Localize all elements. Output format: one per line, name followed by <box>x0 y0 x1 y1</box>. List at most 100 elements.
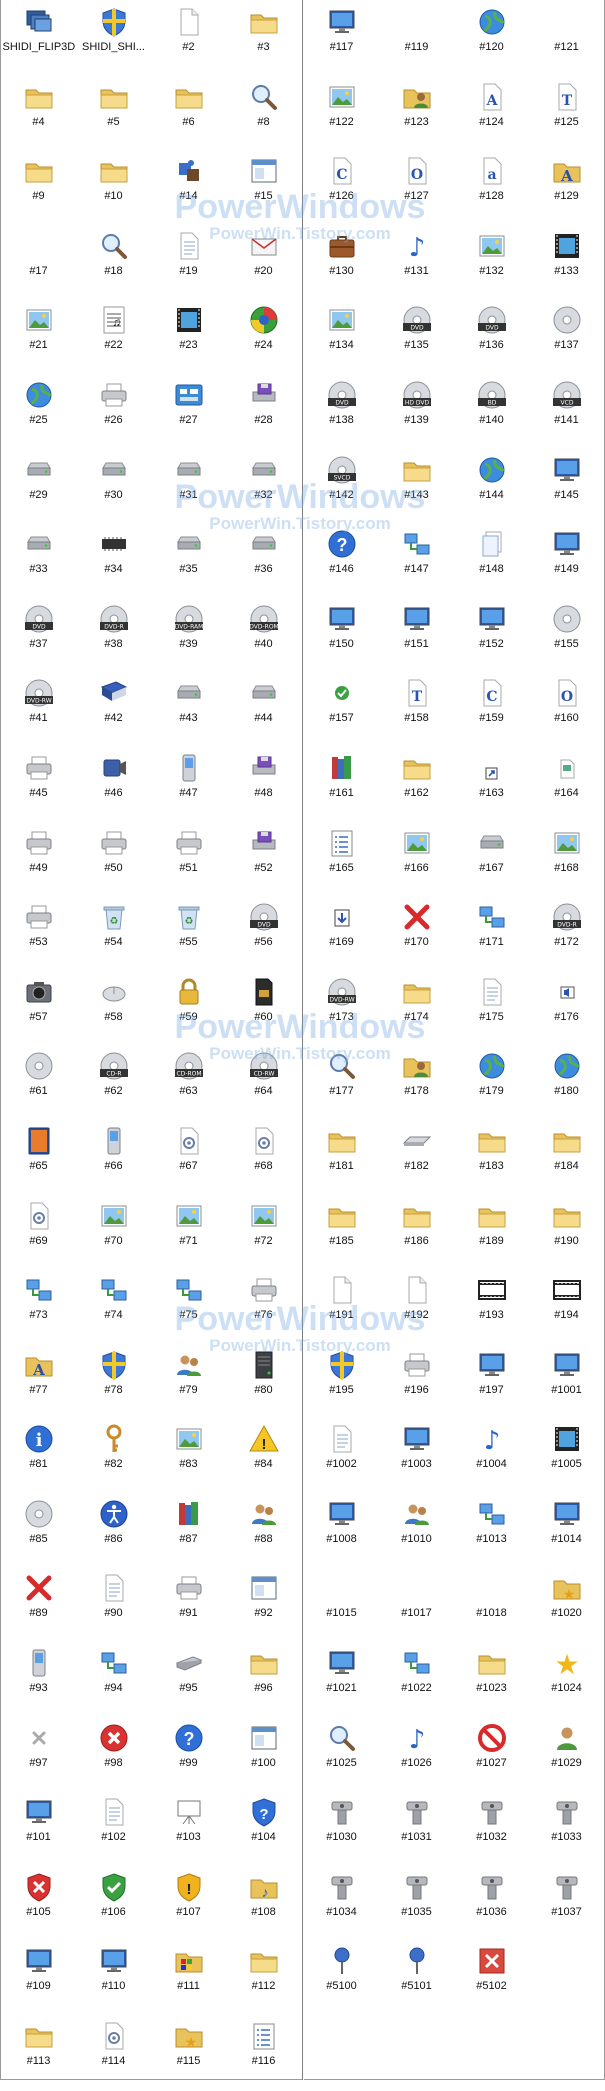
icon-item[interactable]: C #126 <box>304 151 379 226</box>
icon-item[interactable]: #47 <box>151 748 226 823</box>
icon-item[interactable]: #50 <box>76 823 151 898</box>
icon-item[interactable]: #86 <box>76 1494 151 1569</box>
icon-item[interactable]: ? #99 <box>151 1718 226 1793</box>
icon-item[interactable]: #34 <box>76 524 151 599</box>
icon-item[interactable]: #121 <box>529 2 604 77</box>
icon-item[interactable]: #110 <box>76 1941 151 2016</box>
icon-item[interactable]: #197 <box>454 1345 529 1420</box>
icon-item[interactable]: #19 <box>151 226 226 301</box>
icon-item[interactable]: #174 <box>379 972 454 1047</box>
icon-item[interactable]: #65 <box>1 1121 76 1196</box>
icon-item[interactable]: CD-R #62 <box>76 1046 151 1121</box>
icon-item[interactable]: #1034 <box>304 1867 379 1942</box>
icon-item[interactable]: ★ #115 <box>151 2016 226 2091</box>
icon-item[interactable]: DVD #37 <box>1 599 76 674</box>
icon-item[interactable]: #170 <box>379 897 454 972</box>
icon-item[interactable]: #71 <box>151 1196 226 1271</box>
icon-item[interactable]: #51 <box>151 823 226 898</box>
icon-item[interactable]: #35 <box>151 524 226 599</box>
icon-item[interactable]: #46 <box>76 748 151 823</box>
icon-item[interactable]: #166 <box>379 823 454 898</box>
icon-item[interactable]: T #125 <box>529 77 604 152</box>
icon-item[interactable]: #15 <box>226 151 301 226</box>
icon-item[interactable]: #1013 <box>454 1494 529 1569</box>
icon-item[interactable]: #143 <box>379 450 454 525</box>
icon-item[interactable]: #195 <box>304 1345 379 1420</box>
icon-item[interactable]: #130 <box>304 226 379 301</box>
icon-item[interactable]: #98 <box>76 1718 151 1793</box>
icon-item[interactable]: SHIDI_SHI... <box>76 2 151 77</box>
icon-item[interactable]: ♪ #1026 <box>379 1718 454 1793</box>
icon-item[interactable]: A #77 <box>1 1345 76 1420</box>
icon-item[interactable]: #66 <box>76 1121 151 1196</box>
icon-item[interactable]: #147 <box>379 524 454 599</box>
icon-item[interactable]: #27 <box>151 375 226 450</box>
icon-item[interactable]: #93 <box>1 1643 76 1718</box>
icon-item[interactable]: #96 <box>226 1643 301 1718</box>
icon-item[interactable]: #97 <box>1 1718 76 1793</box>
icon-item[interactable]: #88 <box>226 1494 301 1569</box>
icon-item[interactable]: ? #146 <box>304 524 379 599</box>
icon-item[interactable]: #82 <box>76 1419 151 1494</box>
icon-item[interactable]: DVD-ROM #40 <box>226 599 301 674</box>
icon-item[interactable]: #1003 <box>379 1419 454 1494</box>
icon-item[interactable]: #120 <box>454 2 529 77</box>
icon-item[interactable]: #1015 <box>304 1568 379 1643</box>
icon-item[interactable]: DVD #56 <box>226 897 301 972</box>
icon-item[interactable]: #43 <box>151 673 226 748</box>
icon-item[interactable]: #95 <box>151 1643 226 1718</box>
icon-item[interactable]: #157 <box>304 673 379 748</box>
icon-item[interactable]: #79 <box>151 1345 226 1420</box>
icon-item[interactable]: DVD-RAM #39 <box>151 599 226 674</box>
icon-item[interactable]: #85 <box>1 1494 76 1569</box>
icon-item[interactable]: #113 <box>1 2016 76 2091</box>
icon-item[interactable]: ♪ #108 <box>226 1867 301 1942</box>
icon-item[interactable]: #30 <box>76 450 151 525</box>
icon-item[interactable]: #33 <box>1 524 76 599</box>
icon-item[interactable]: #67 <box>151 1121 226 1196</box>
icon-item[interactable]: #60 <box>226 972 301 1047</box>
icon-item[interactable]: #20 <box>226 226 301 301</box>
icon-item[interactable]: #1001 <box>529 1345 604 1420</box>
icon-item[interactable]: #180 <box>529 1046 604 1121</box>
icon-item[interactable]: #186 <box>379 1196 454 1271</box>
icon-item[interactable]: #117 <box>304 2 379 77</box>
icon-item[interactable]: #184 <box>529 1121 604 1196</box>
icon-item[interactable]: #10 <box>76 151 151 226</box>
icon-item[interactable]: #151 <box>379 599 454 674</box>
icon-item[interactable]: #164 <box>529 748 604 823</box>
icon-item[interactable]: #162 <box>379 748 454 823</box>
icon-item[interactable]: #9 <box>1 151 76 226</box>
icon-item[interactable]: #1037 <box>529 1867 604 1942</box>
icon-item[interactable]: #1018 <box>454 1568 529 1643</box>
icon-item[interactable]: #179 <box>454 1046 529 1121</box>
icon-item[interactable]: A #124 <box>454 77 529 152</box>
icon-item[interactable]: #73 <box>1 1270 76 1345</box>
icon-item[interactable]: #165 <box>304 823 379 898</box>
icon-item[interactable]: #48 <box>226 748 301 823</box>
icon-item[interactable]: #5101 <box>379 1941 454 2016</box>
icon-item[interactable]: #178 <box>379 1046 454 1121</box>
icon-item[interactable]: #29 <box>1 450 76 525</box>
icon-item[interactable]: DVD #135 <box>379 300 454 375</box>
icon-item[interactable]: #14 <box>151 151 226 226</box>
icon-item[interactable]: #76 <box>226 1270 301 1345</box>
icon-item[interactable]: #148 <box>454 524 529 599</box>
icon-item[interactable]: #1030 <box>304 1792 379 1867</box>
icon-item[interactable]: #69 <box>1 1196 76 1271</box>
icon-item[interactable]: #112 <box>226 1941 301 2016</box>
icon-item[interactable]: DVD #136 <box>454 300 529 375</box>
icon-item[interactable]: #152 <box>454 599 529 674</box>
icon-item[interactable]: #2 <box>151 2 226 77</box>
icon-item[interactable]: #58 <box>76 972 151 1047</box>
icon-item[interactable]: a #128 <box>454 151 529 226</box>
icon-item[interactable]: DVD-R #172 <box>529 897 604 972</box>
icon-item[interactable]: #122 <box>304 77 379 152</box>
icon-item[interactable]: #161 <box>304 748 379 823</box>
icon-item[interactable]: #80 <box>226 1345 301 1420</box>
icon-item[interactable]: CD-ROM #63 <box>151 1046 226 1121</box>
icon-item[interactable]: #163 <box>454 748 529 823</box>
icon-item[interactable]: DVD-RW #173 <box>304 972 379 1047</box>
icon-item[interactable]: #177 <box>304 1046 379 1121</box>
icon-item[interactable]: #191 <box>304 1270 379 1345</box>
